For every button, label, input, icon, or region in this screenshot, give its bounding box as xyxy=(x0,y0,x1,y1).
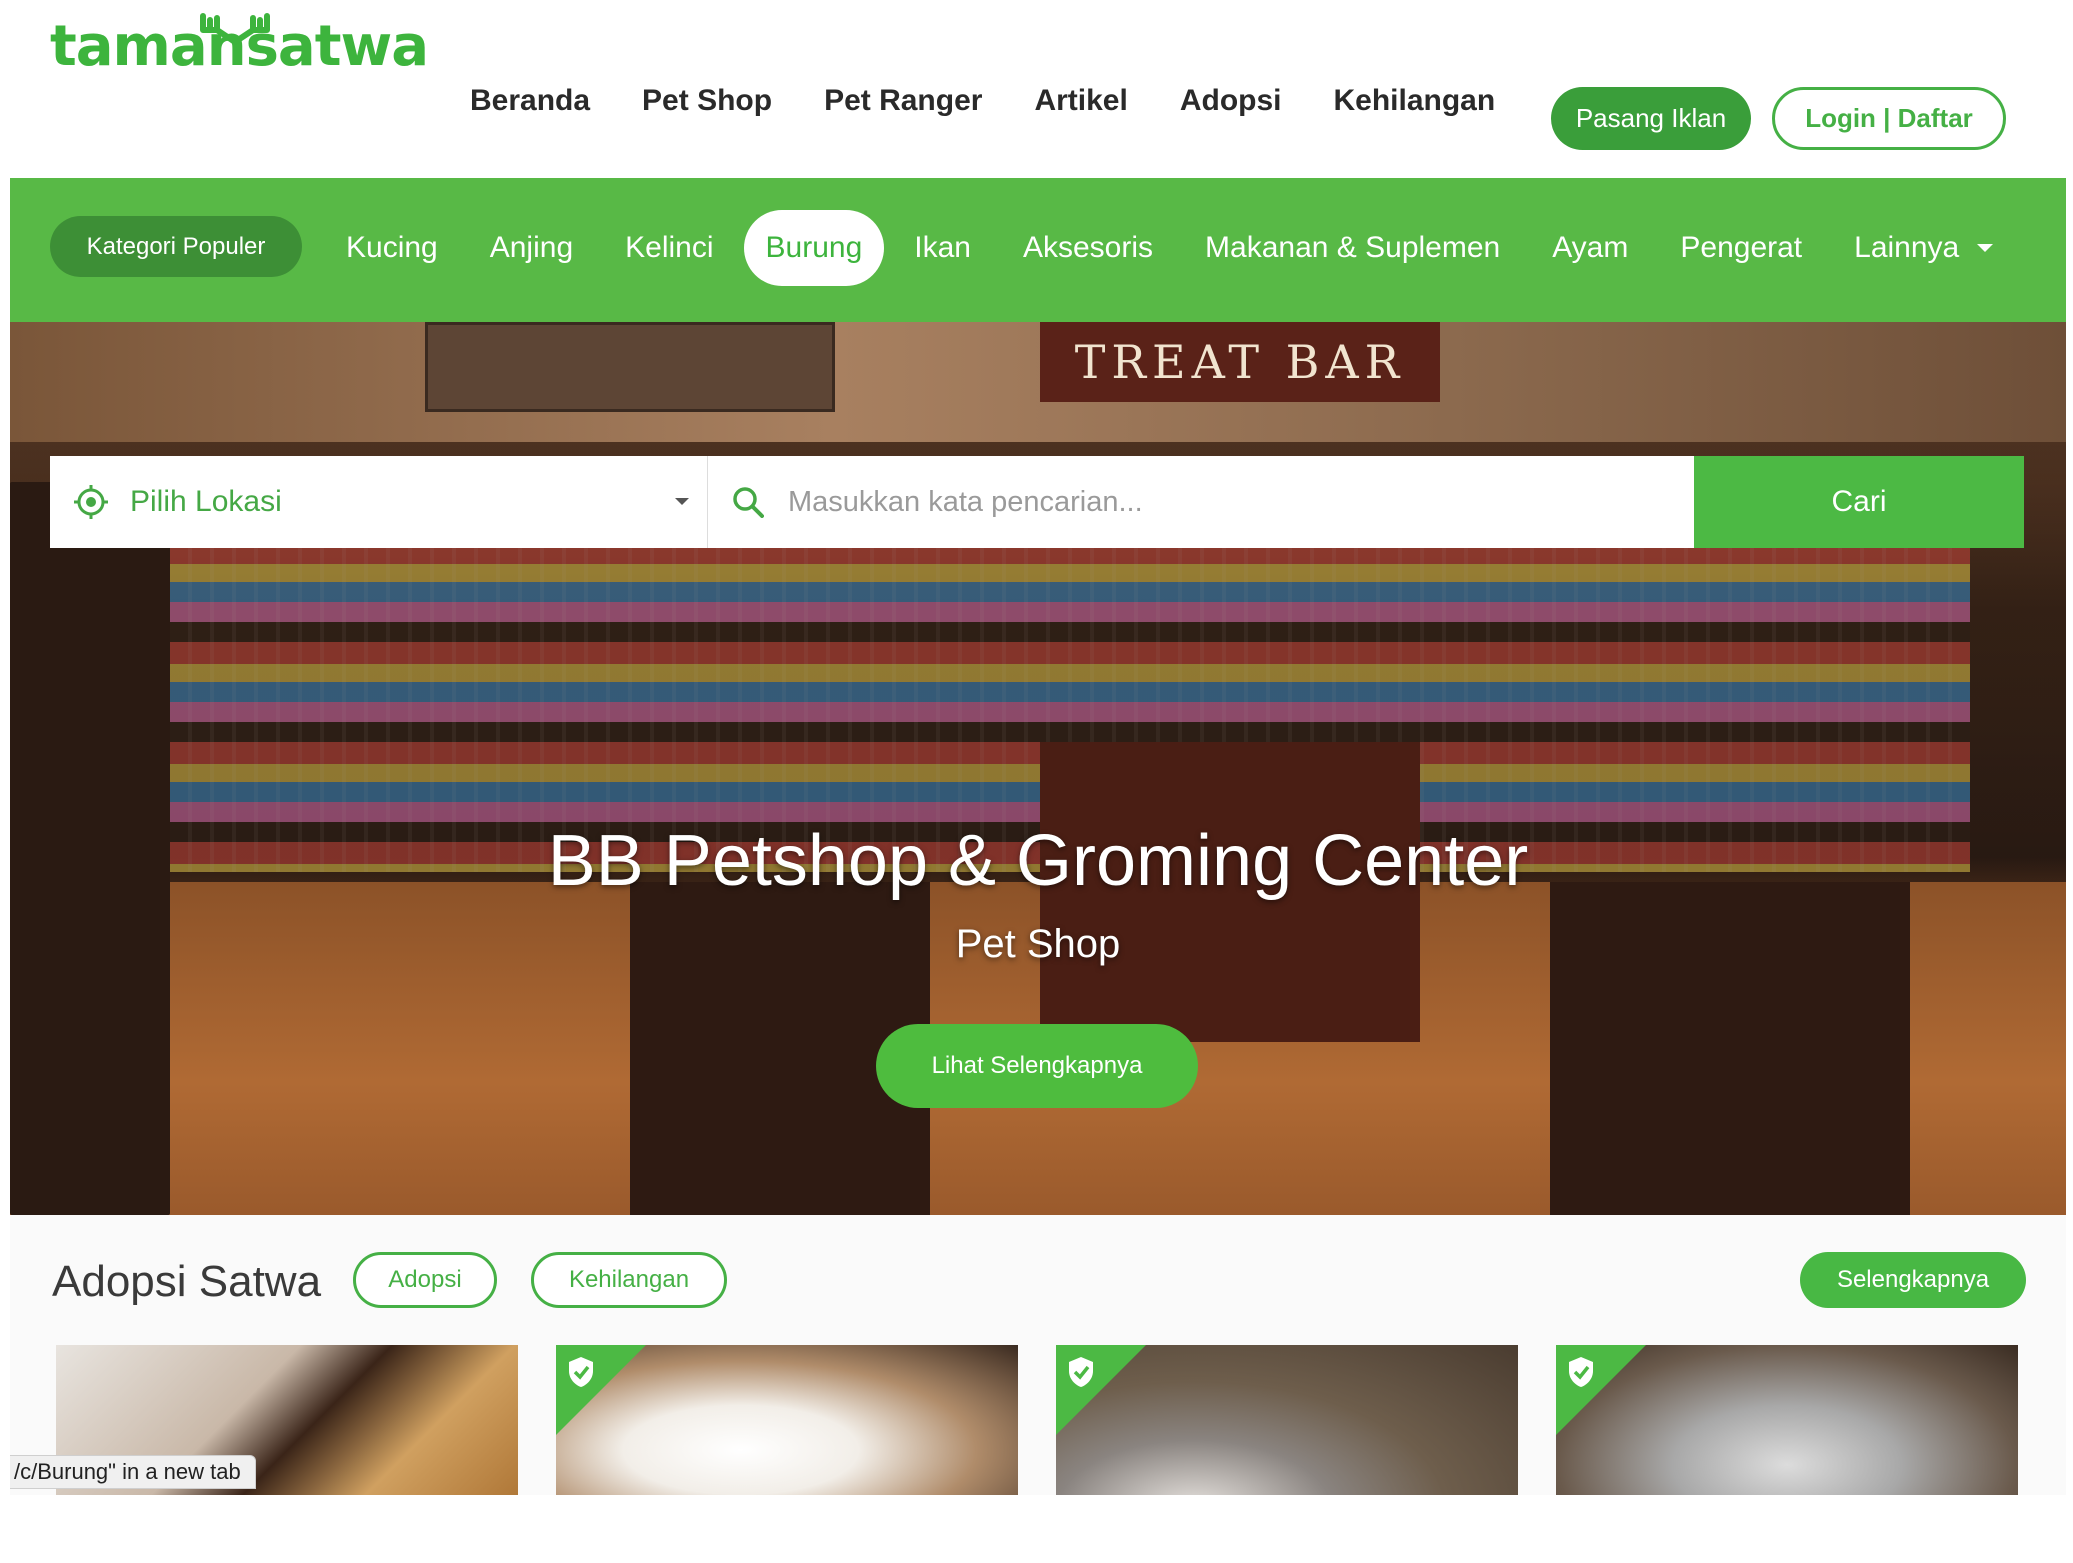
section-title: Adopsi Satwa xyxy=(52,1257,322,1306)
login-register-button[interactable]: Login | Daftar xyxy=(1772,87,2006,150)
category-anjing[interactable]: Anjing xyxy=(490,231,573,265)
see-all-button[interactable]: Selengkapnya xyxy=(1800,1252,2026,1308)
filter-kehilangan-button[interactable]: Kehilangan xyxy=(531,1252,727,1308)
search-icon xyxy=(733,487,764,518)
category-bar: Kategori Populer Kucing Anjing Kelinci B… xyxy=(10,178,2066,322)
search-bar: Pilih Lokasi Cari xyxy=(50,456,2024,548)
category-ikan[interactable]: Ikan xyxy=(914,231,971,265)
category-pengerat[interactable]: Pengerat xyxy=(1680,231,1802,265)
verified-shield-icon xyxy=(1569,1357,1593,1387)
category-more-label: Lainnya xyxy=(1854,231,1960,264)
popular-category-badge: Kategori Populer xyxy=(50,216,302,277)
nav-pet-shop[interactable]: Pet Shop xyxy=(642,84,772,118)
pet-card[interactable] xyxy=(1056,1345,1518,1495)
pet-card[interactable] xyxy=(556,1345,1018,1495)
category-kelinci[interactable]: Kelinci xyxy=(625,231,713,265)
site-header: tamansatwa Beranda Pet Shop Pet Ranger A… xyxy=(0,0,2073,178)
hero-dog-poster xyxy=(425,322,835,412)
filter-adopsi-button[interactable]: Adopsi xyxy=(353,1252,497,1308)
search-submit-button[interactable]: Cari xyxy=(1694,456,2024,548)
main-nav: Beranda Pet Shop Pet Ranger Artikel Adop… xyxy=(470,84,1547,118)
verified-shield-icon xyxy=(569,1357,593,1387)
nav-beranda[interactable]: Beranda xyxy=(470,84,590,118)
nav-adopsi[interactable]: Adopsi xyxy=(1180,84,1282,118)
verified-shield-icon xyxy=(1069,1357,1093,1387)
chevron-down-icon xyxy=(675,498,689,505)
antler-icon xyxy=(200,13,270,45)
search-input[interactable] xyxy=(788,485,1688,519)
hero-background-wall xyxy=(10,322,2066,442)
site-logo[interactable]: tamansatwa xyxy=(50,12,429,82)
post-ad-button[interactable]: Pasang Iklan xyxy=(1551,87,1751,150)
hero-title: BB Petshop & Groming Center xyxy=(547,821,1529,901)
chevron-down-icon xyxy=(1977,244,1994,252)
category-ayam[interactable]: Ayam xyxy=(1552,231,1628,265)
location-select[interactable]: Pilih Lokasi xyxy=(50,456,708,548)
pet-card[interactable] xyxy=(1556,1345,2018,1495)
category-aksesoris[interactable]: Aksesoris xyxy=(1023,231,1153,265)
browser-status-tooltip: /c/Burung" in a new tab xyxy=(10,1455,256,1489)
see-more-button[interactable]: Lihat Selengkapnya xyxy=(876,1024,1198,1108)
hero-subtitle: Pet Shop xyxy=(955,922,1121,966)
nav-pet-ranger[interactable]: Pet Ranger xyxy=(824,84,982,118)
category-burung[interactable]: Burung xyxy=(743,210,885,286)
hero-treat-bar-sign: TREAT BAR xyxy=(1040,322,1440,402)
category-more-dropdown[interactable]: Lainnya xyxy=(1854,231,1994,265)
adoption-section: Adopsi Satwa Adopsi Kehilangan Selengkap… xyxy=(10,1215,2066,1495)
category-makanan-suplemen[interactable]: Makanan & Suplemen xyxy=(1205,231,1500,265)
location-target-icon xyxy=(74,485,108,519)
category-list: Kucing Anjing Kelinci Burung Ikan Akseso… xyxy=(320,210,2019,286)
nav-artikel[interactable]: Artikel xyxy=(1034,84,1127,118)
category-kucing[interactable]: Kucing xyxy=(346,231,438,265)
search-query-box xyxy=(708,456,1694,548)
location-label: Pilih Lokasi xyxy=(130,485,282,518)
nav-kehilangan[interactable]: Kehilangan xyxy=(1334,84,1496,118)
